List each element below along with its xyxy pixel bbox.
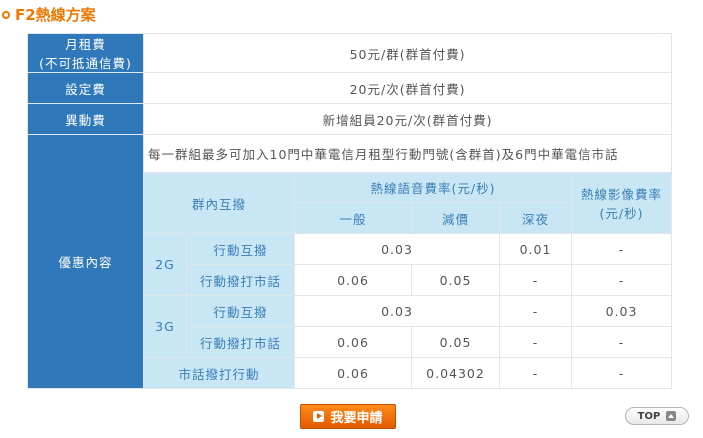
rate-cell: 0.03 [294,233,500,265]
rate-cell: - [570,326,673,358]
rate-cell: 0.01 [499,233,572,265]
page-title: F2熱線方案 [15,5,96,24]
rate-cell: 0.03 [294,295,500,327]
voice-rate-header: 熱線語音費率(元/秒) [294,172,572,203]
apply-button[interactable]: 我要申請 [300,404,396,429]
rate-cell: - [499,326,572,358]
change-fee-value: 新增組員20元/次(群首付費) [142,103,673,135]
rate-cell: 0.06 [294,264,412,296]
video-rate-header: 熱線影像費率(元/秒) [570,172,673,234]
col-normal: 一般 [294,202,412,234]
monthly-fee-label: 月租費 (不可抵通信費) [27,33,144,73]
label-3g: 3G [143,295,187,358]
arrow-up-icon [666,411,677,421]
offer-label: 優惠內容 [27,134,144,389]
top-button-label: TOP [637,410,661,422]
internal-call-header: 群內互撥 [143,172,295,234]
rate-cell: 0.05 [411,326,500,358]
row-label: 行動互撥 [186,295,295,327]
offer-description-row: 優惠內容 每一群組最多可加入10門中華電信月租型行動門號(含群首)及6門中華電信… [27,134,673,389]
row-label: 行動互撥 [186,233,295,265]
offer-description: 每一群組最多可加入10門中華電信月租型行動門號(含群首)及6門中華電信市話 [142,134,673,173]
rate-cell: - [570,264,673,296]
rate-cell: 0.06 [294,357,412,389]
rate-cell: 0.03 [570,295,673,327]
setup-fee-row: 設定費 20元/次(群首付費) [27,72,673,104]
rate-cell: 0.06 [294,326,412,358]
section-header: F2熱線方案 [2,3,96,25]
monthly-fee-value: 50元/群(群首付費) [142,33,673,73]
setup-fee-label: 設定費 [27,72,144,104]
label-2g: 2G [143,233,187,296]
monthly-fee-row: 月租費 (不可抵通信費) 50元/群(群首付費) [27,33,673,73]
rate-cell: - [499,264,572,296]
rate-cell: 0.05 [411,264,500,296]
change-fee-label: 異動費 [27,103,144,135]
apply-button-label: 我要申請 [330,411,383,426]
rate-cell: - [570,233,673,265]
col-discount: 減價 [411,202,500,234]
row-label: 市話撥打行動 [143,357,295,389]
bullet-icon [2,10,10,19]
back-to-top-button[interactable]: TOP [625,407,689,425]
change-fee-row: 異動費 新增組員20元/次(群首付費) [27,103,673,135]
rate-cell: - [570,357,673,389]
row-label: 行動撥打市話 [186,326,295,358]
rate-cell: - [499,295,572,327]
rate-cell: - [499,357,572,389]
setup-fee-value: 20元/次(群首付費) [142,72,673,104]
row-label: 行動撥打市話 [186,264,295,296]
plan-table: 月租費 (不可抵通信費) 50元/群(群首付費) 設定費 20元/次(群首付費) … [27,33,673,389]
rate-cell: 0.04302 [411,357,500,389]
col-night: 深夜 [499,202,572,234]
play-icon [313,411,325,422]
